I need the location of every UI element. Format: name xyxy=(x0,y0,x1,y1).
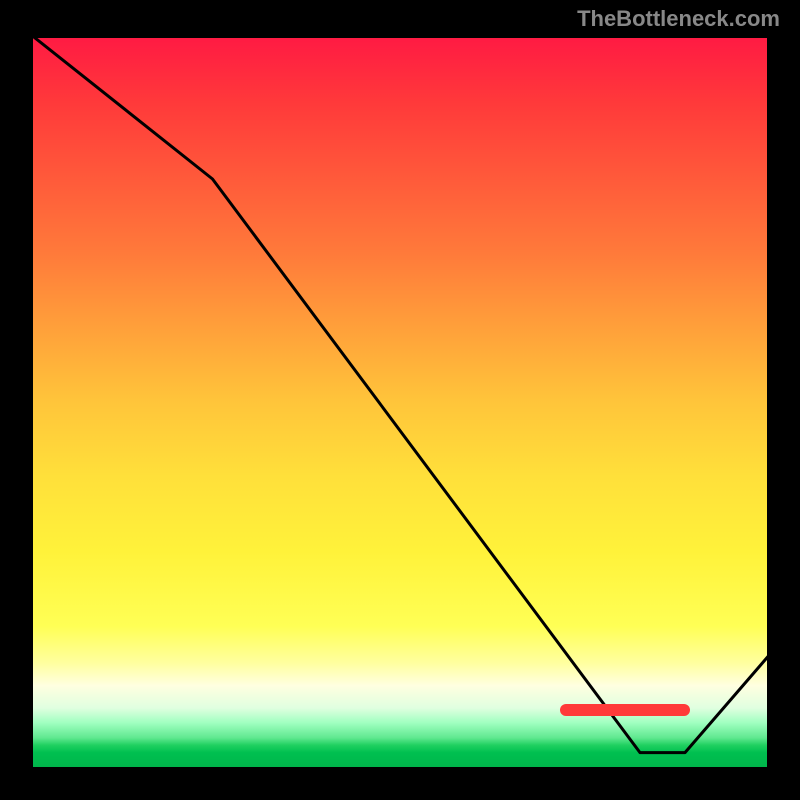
legend-pill xyxy=(560,704,690,716)
watermark-text: TheBottleneck.com xyxy=(577,6,780,32)
line-series-bottleneck xyxy=(25,30,775,753)
chart-svg xyxy=(25,30,775,775)
chart-container: TheBottleneck.com xyxy=(0,0,800,800)
